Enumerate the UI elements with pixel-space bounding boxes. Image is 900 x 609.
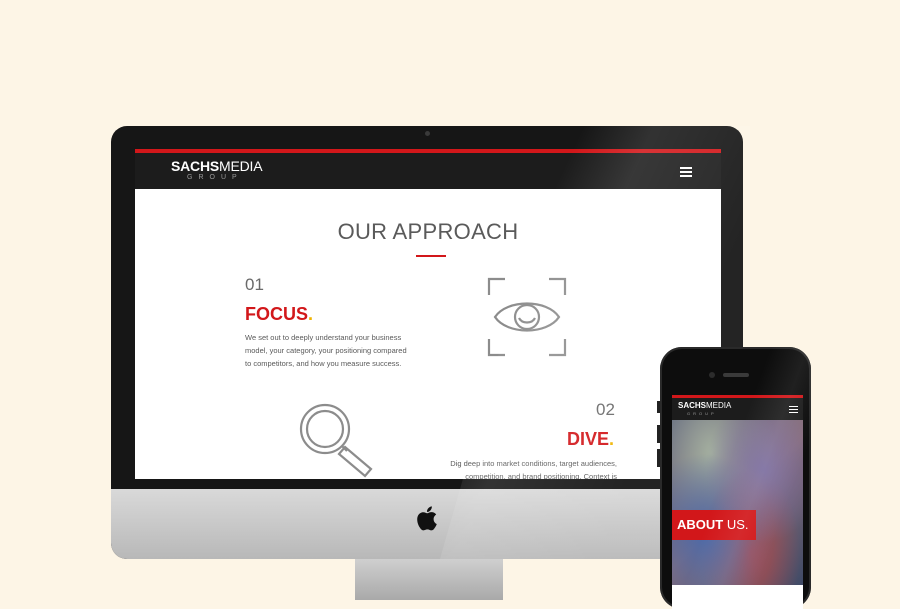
phone-side-button: [657, 449, 660, 467]
step-description: Dig deep into market conditions, target …: [435, 457, 617, 479]
phone-device: SACHSMEDIA GROUP ABOUT US.: [657, 347, 811, 609]
step-description-line: to competitors, and how you measure succ…: [245, 359, 402, 368]
site-header: SACHSMEDIA GROUP: [135, 153, 721, 189]
logo-light-text: MEDIA: [706, 401, 732, 410]
logo-light-text: MEDIA: [219, 158, 263, 174]
phone-side-button: [657, 401, 660, 413]
logo-bold-text: SACHS: [678, 401, 707, 410]
logo-group-text: GROUP: [687, 411, 717, 416]
step-description-line: Dig deep into market conditions, target …: [450, 459, 617, 468]
hamburger-icon[interactable]: [789, 406, 798, 413]
imac-chin: [111, 489, 743, 559]
eye-icon: [487, 277, 567, 357]
step-title-text: FOCUS: [245, 304, 308, 324]
hero-image: ABOUT US.: [672, 420, 803, 585]
step-description-line: competition, and brand positioning. Cont…: [465, 472, 617, 479]
logo-group-text: GROUP: [187, 174, 243, 181]
hero-heading-bold: ABOUT: [677, 517, 724, 532]
step-description-line: We set out to deeply understand your bus…: [245, 333, 402, 342]
apple-logo: [417, 506, 437, 531]
step-title: FOCUS.: [245, 304, 313, 325]
step-title-dot: .: [609, 429, 615, 449]
step-number: 01: [245, 275, 264, 294]
desktop-screen: SACHSMEDIA GROUP OUR APPROACH 01 FOCUS. …: [135, 149, 721, 479]
magnifier-icon: [299, 403, 373, 478]
phone-speaker: [723, 373, 749, 377]
step-description: We set out to deeply understand your bus…: [245, 331, 445, 370]
logo-bold-text: SACHS: [171, 158, 220, 174]
step-description-line: model, your category, your positioning c…: [245, 346, 407, 355]
hero-heading: ABOUT US.: [672, 510, 756, 540]
section-title: OUR APPROACH: [337, 219, 519, 244]
mobile-screen: SACHSMEDIA GROUP ABOUT US.: [672, 395, 803, 609]
step-title: DIVE.: [567, 429, 614, 450]
phone-side-button: [657, 425, 660, 443]
hero-heading-light: US.: [723, 517, 749, 532]
phone-camera: [709, 372, 715, 378]
imac-stand: [355, 559, 503, 600]
imac-camera: [425, 131, 430, 136]
hamburger-icon[interactable]: [680, 167, 692, 177]
mobile-logo[interactable]: SACHSMEDIA: [678, 402, 731, 410]
mobile-header: SACHSMEDIA GROUP: [672, 398, 803, 420]
step-title-text: DIVE: [567, 429, 610, 449]
step-number: 02: [596, 400, 615, 419]
title-underline: [416, 255, 446, 257]
site-logo[interactable]: SACHSMEDIA: [171, 158, 263, 174]
step-title-dot: .: [308, 304, 314, 324]
